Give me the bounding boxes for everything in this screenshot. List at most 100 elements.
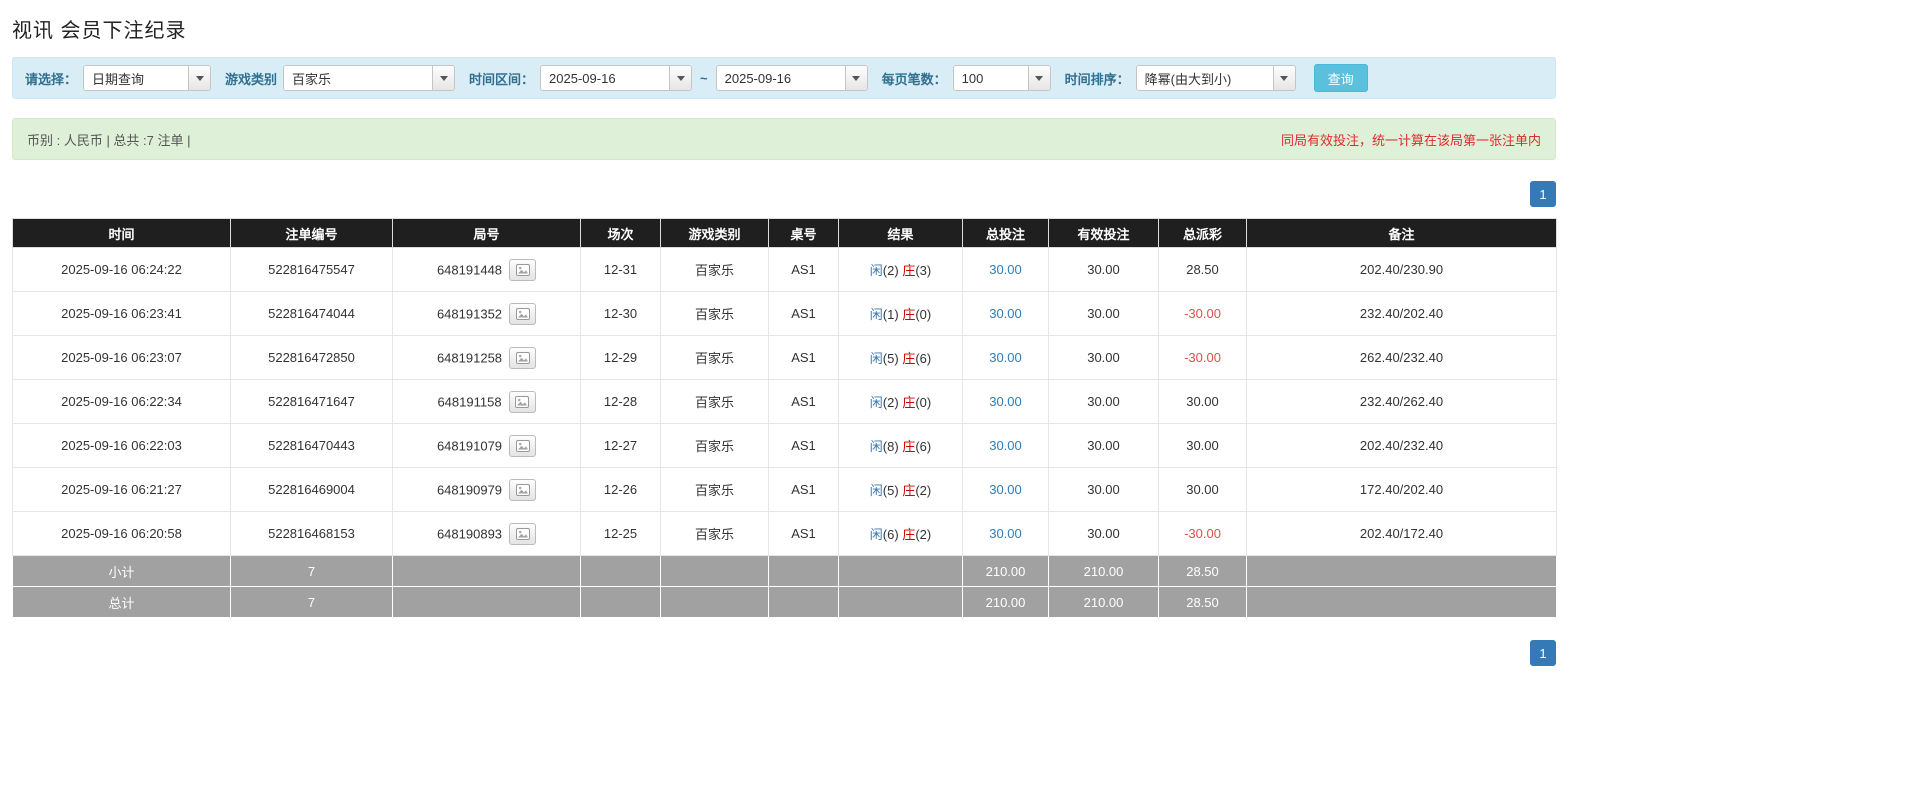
player-score: (2) bbox=[882, 263, 899, 278]
chevron-down-icon bbox=[676, 75, 685, 81]
session-cell: 12-25 bbox=[580, 511, 661, 556]
table-row: 2025-09-16 06:22:03 522816470443 6481910… bbox=[12, 423, 1557, 468]
total-bet-link[interactable]: 30.00 bbox=[989, 394, 1022, 409]
date-from-combo[interactable] bbox=[540, 65, 693, 91]
view-result-icon[interactable] bbox=[509, 346, 537, 369]
valid-bet-cell: 30.00 bbox=[1048, 379, 1159, 424]
chevron-down-icon[interactable] bbox=[188, 66, 211, 90]
note-cell: 202.40/230.90 bbox=[1246, 247, 1557, 292]
game-type-input[interactable] bbox=[284, 66, 433, 90]
subtotal-count: 7 bbox=[230, 555, 393, 587]
chevron-down-icon bbox=[852, 75, 861, 81]
game-type-combo[interactable] bbox=[283, 65, 456, 91]
note-cell: 202.40/232.40 bbox=[1246, 423, 1557, 468]
table-header-row: 时间 注单编号 局号 场次 游戏类别 桌号 结果 总投注 有效投注 总派彩 备注 bbox=[12, 218, 1557, 248]
total-bet-link[interactable]: 30.00 bbox=[989, 306, 1022, 321]
empty-cell bbox=[580, 586, 661, 618]
banker-label: 庄 bbox=[902, 439, 916, 454]
round-id-value: 648191079 bbox=[436, 438, 503, 453]
date-to-input[interactable] bbox=[716, 66, 845, 90]
view-result-icon[interactable] bbox=[509, 434, 537, 457]
date-from-input[interactable] bbox=[541, 66, 670, 90]
banker-score: (6) bbox=[915, 351, 932, 366]
session-cell: 12-28 bbox=[580, 379, 661, 424]
empty-cell bbox=[660, 555, 769, 587]
view-result-icon[interactable] bbox=[509, 522, 537, 545]
subtotal-total-bet: 210.00 bbox=[962, 555, 1049, 587]
player-score: (6) bbox=[882, 527, 899, 542]
picture-icon bbox=[515, 351, 530, 364]
picture-icon bbox=[515, 395, 530, 408]
summary-notice: 同局有效投注，统一计算在该局第一张注单内 bbox=[1280, 132, 1541, 148]
query-type-combo[interactable] bbox=[83, 65, 212, 91]
player-score: (8) bbox=[882, 439, 899, 454]
total-bet-link[interactable]: 30.00 bbox=[989, 482, 1022, 497]
banker-label: 庄 bbox=[902, 351, 916, 366]
game-type-label: 游戏类别 bbox=[225, 71, 278, 87]
header-table-no: 桌号 bbox=[768, 218, 839, 248]
picture-icon bbox=[515, 483, 530, 496]
page-1-button[interactable]: 1 bbox=[1530, 181, 1556, 207]
game-type-cell: 百家乐 bbox=[660, 335, 769, 380]
time-cell: 2025-09-16 06:24:22 bbox=[12, 247, 231, 292]
view-result-icon[interactable] bbox=[509, 478, 537, 501]
round-id-value: 648191258 bbox=[436, 350, 503, 365]
total-valid-bet: 210.00 bbox=[1048, 586, 1159, 618]
payout-cell: -30.00 bbox=[1158, 511, 1247, 556]
query-type-input[interactable] bbox=[84, 66, 189, 90]
view-result-icon[interactable] bbox=[509, 258, 537, 281]
time-cell: 2025-09-16 06:21:27 bbox=[12, 467, 231, 512]
subtotal-payout: 28.50 bbox=[1158, 555, 1247, 587]
total-bet-link[interactable]: 30.00 bbox=[989, 350, 1022, 365]
per-page-combo[interactable] bbox=[952, 65, 1051, 91]
header-round-id: 局号 bbox=[392, 218, 581, 248]
chevron-down-icon[interactable] bbox=[669, 66, 692, 90]
chevron-down-icon[interactable] bbox=[1027, 66, 1050, 90]
table-no-cell: AS1 bbox=[768, 291, 839, 336]
payout-cell: 28.50 bbox=[1158, 247, 1247, 292]
chevron-down-icon[interactable] bbox=[1272, 66, 1295, 90]
view-result-icon[interactable] bbox=[508, 390, 536, 413]
summary-bar: 币别 : 人民币 | 总共 :7 注单 | 同局有效投注，统一计算在该局第一张注… bbox=[12, 118, 1556, 160]
round-id-cell: 648191079 bbox=[392, 423, 581, 468]
sort-order-combo[interactable] bbox=[1135, 65, 1296, 91]
empty-cell bbox=[660, 586, 769, 618]
result-cell: 闲(6) 庄(2) bbox=[838, 511, 963, 556]
total-bet-cell: 30.00 bbox=[962, 247, 1049, 292]
total-bet-link[interactable]: 30.00 bbox=[989, 526, 1022, 541]
player-label: 闲 bbox=[869, 351, 883, 366]
per-page-input[interactable] bbox=[953, 66, 1028, 90]
table-row: 2025-09-16 06:20:58 522816468153 6481908… bbox=[12, 511, 1557, 556]
summary-currency-count: 币别 : 人民币 | 总共 :7 注单 | bbox=[27, 132, 191, 148]
total-bet-cell: 30.00 bbox=[962, 335, 1049, 380]
valid-bet-cell: 30.00 bbox=[1048, 423, 1159, 468]
chevron-down-icon bbox=[439, 75, 448, 81]
empty-cell bbox=[580, 555, 661, 587]
result-cell: 闲(2) 庄(0) bbox=[838, 379, 963, 424]
date-to-combo[interactable] bbox=[715, 65, 868, 91]
round-id-cell: 648191448 bbox=[392, 247, 581, 292]
chevron-down-icon[interactable] bbox=[432, 66, 455, 90]
header-session: 场次 bbox=[580, 218, 661, 248]
player-label: 闲 bbox=[869, 263, 883, 278]
banker-label: 庄 bbox=[902, 395, 916, 410]
page-1-button[interactable]: 1 bbox=[1530, 640, 1556, 666]
table-no-cell: AS1 bbox=[768, 335, 839, 380]
search-button[interactable]: 查询 bbox=[1313, 64, 1368, 92]
empty-cell bbox=[1246, 586, 1557, 618]
banker-label: 庄 bbox=[902, 263, 916, 278]
player-label: 闲 bbox=[869, 527, 883, 542]
sort-order-input[interactable] bbox=[1136, 66, 1273, 90]
valid-bet-cell: 30.00 bbox=[1048, 335, 1159, 380]
total-bet-link[interactable]: 30.00 bbox=[989, 262, 1022, 277]
player-label: 闲 bbox=[869, 307, 883, 322]
time-range-label: 时间区间： bbox=[469, 71, 535, 87]
header-bet-id: 注单编号 bbox=[230, 218, 393, 248]
chevron-down-icon[interactable] bbox=[844, 66, 867, 90]
header-note: 备注 bbox=[1246, 218, 1557, 248]
table-row: 2025-09-16 06:24:22 522816475547 6481914… bbox=[12, 247, 1557, 292]
game-type-cell: 百家乐 bbox=[660, 379, 769, 424]
view-result-icon[interactable] bbox=[509, 302, 537, 325]
total-bet-link[interactable]: 30.00 bbox=[989, 438, 1022, 453]
header-game-type: 游戏类别 bbox=[660, 218, 769, 248]
